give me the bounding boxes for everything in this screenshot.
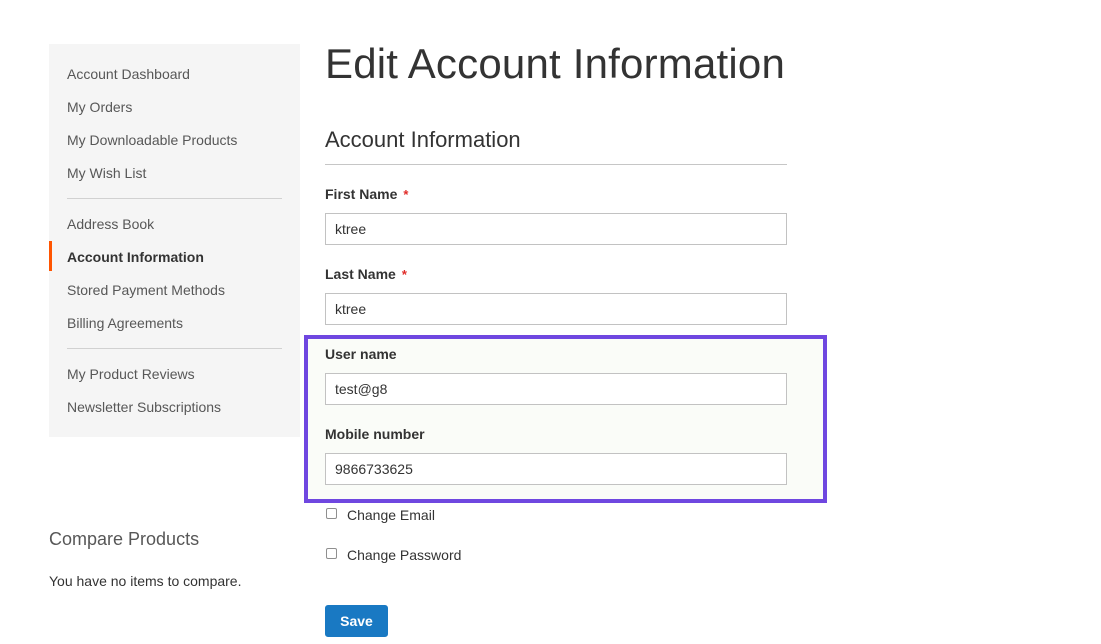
nav-item-my-product-reviews[interactable]: My Product Reviews: [67, 366, 195, 382]
last-name-field[interactable]: [325, 293, 787, 325]
save-button[interactable]: Save: [325, 605, 388, 637]
nav-item-my-downloadable-products[interactable]: My Downloadable Products: [67, 132, 237, 148]
first-name-label: First Name *: [325, 186, 408, 202]
compare-products-empty-text: You have no items to compare.: [49, 573, 242, 589]
legend-divider: [325, 164, 787, 165]
nav-item-stored-payment-methods[interactable]: Stored Payment Methods: [67, 282, 225, 298]
first-name-field[interactable]: [325, 213, 787, 245]
nav-item-newsletter-subscriptions[interactable]: Newsletter Subscriptions: [67, 399, 221, 415]
change-email-label[interactable]: Change Email: [347, 507, 435, 523]
first-name-label-text: First Name: [325, 186, 398, 202]
nav-item-my-wish-list[interactable]: My Wish List: [67, 165, 146, 181]
nav-divider: [67, 198, 282, 199]
last-name-label-text: Last Name: [325, 266, 396, 282]
mobile-number-label: Mobile number: [325, 426, 425, 442]
account-sidebar-nav: Account Dashboard My Orders My Downloada…: [49, 44, 300, 437]
nav-item-billing-agreements[interactable]: Billing Agreements: [67, 315, 183, 331]
nav-current-indicator: [49, 241, 52, 271]
nav-item-address-book[interactable]: Address Book: [67, 216, 154, 232]
nav-item-account-dashboard[interactable]: Account Dashboard: [67, 66, 190, 82]
nav-item-account-information[interactable]: Account Information: [67, 249, 204, 265]
required-marker: *: [401, 267, 407, 282]
change-email-option[interactable]: Change Email: [325, 505, 435, 525]
nav-item-my-orders[interactable]: My Orders: [67, 99, 132, 115]
nav-divider: [67, 348, 282, 349]
mobile-number-field[interactable]: [325, 453, 787, 485]
change-password-option[interactable]: Change Password: [325, 545, 461, 565]
compare-products-title: Compare Products: [49, 529, 200, 549]
user-name-label: User name: [325, 346, 397, 362]
change-email-checkbox[interactable]: [326, 507, 337, 519]
required-marker: *: [403, 187, 409, 202]
page-title: Edit Account Information: [325, 40, 786, 87]
change-password-label[interactable]: Change Password: [347, 547, 461, 563]
change-password-checkbox[interactable]: [326, 547, 337, 559]
fieldset-legend: Account Information: [325, 127, 521, 152]
last-name-label: Last Name *: [325, 266, 407, 282]
user-name-field[interactable]: [325, 373, 787, 405]
